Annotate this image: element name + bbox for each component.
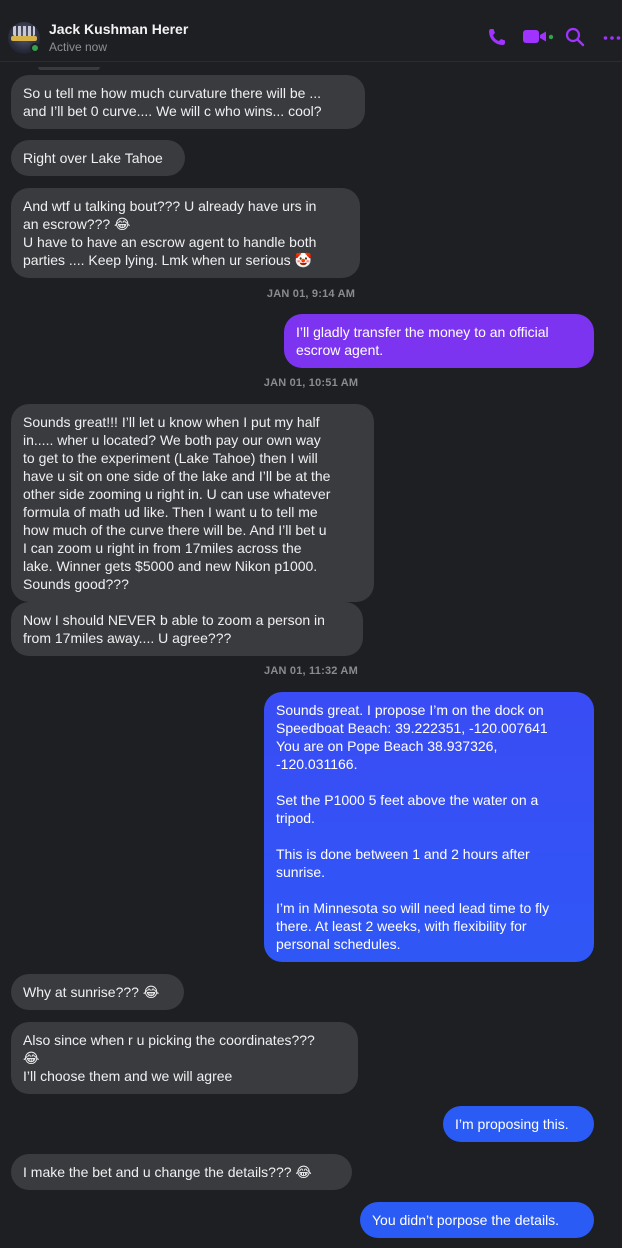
avatar-art-band (11, 36, 37, 41)
message-timestamp: JAN 01, 10:51 AM (263, 377, 359, 389)
phone-icon[interactable] (487, 26, 507, 48)
previous-message-edge (38, 67, 100, 70)
message-incoming[interactable]: Right over Lake Tahoe (11, 140, 185, 176)
message-incoming[interactable]: Also since when r u picking the coordina… (11, 1022, 358, 1094)
search-icon[interactable] (565, 26, 585, 48)
message-outgoing[interactable]: I’ll gladly transfer the money to an off… (284, 314, 594, 368)
message-outgoing[interactable]: I’m proposing this. (443, 1106, 594, 1142)
message-timestamp: JAN 01, 9:14 AM (266, 288, 356, 300)
message-incoming[interactable]: Sounds great!!! I’ll let u know when I p… (11, 404, 374, 602)
message-incoming[interactable]: So u tell me how much curvature there wi… (11, 75, 365, 129)
chat-header: Jack Kushman Herer Active now (0, 0, 622, 62)
message-timestamp: JAN 01, 11:32 AM (264, 665, 358, 677)
contact-status: Active now (49, 40, 108, 54)
avatar-art (13, 26, 35, 36)
contact-name[interactable]: Jack Kushman Herer (49, 21, 188, 37)
video-camera-icon[interactable] (522, 26, 556, 48)
message-outgoing[interactable]: Sounds great. I propose I’m on the dock … (264, 692, 594, 962)
message-incoming[interactable]: And wtf u talking bout??? U already have… (11, 188, 360, 278)
message-incoming[interactable]: Why at sunrise??? 😂 (11, 974, 184, 1010)
more-options-icon[interactable] (603, 26, 622, 48)
message-incoming[interactable]: Now I should NEVER b able to zoom a pers… (11, 602, 363, 656)
message-incoming[interactable]: I make the bet and u change the details?… (11, 1154, 352, 1190)
online-status-dot (30, 43, 40, 53)
message-outgoing[interactable]: You didn’t porpose the details. (360, 1202, 594, 1238)
